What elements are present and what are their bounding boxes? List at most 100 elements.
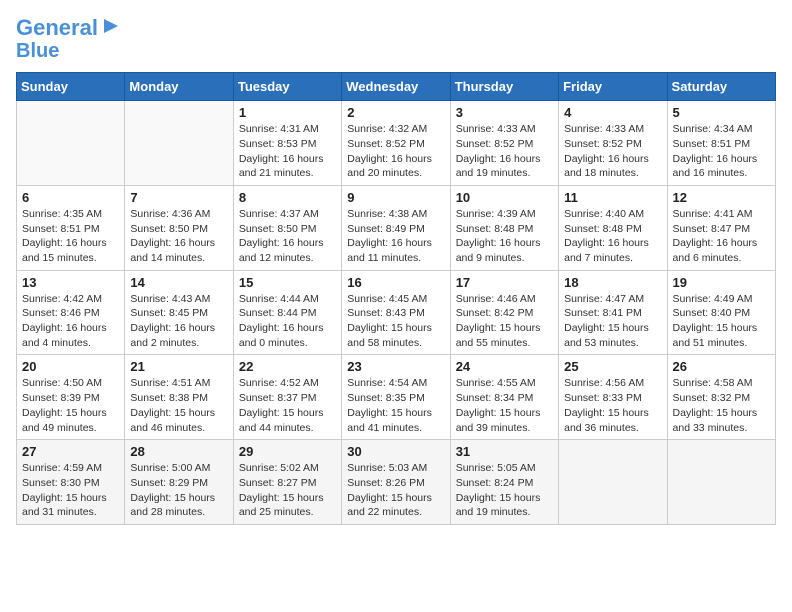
calendar-cell: 31Sunrise: 5:05 AM Sunset: 8:24 PM Dayli…: [450, 440, 558, 525]
day-info: Sunrise: 5:05 AM Sunset: 8:24 PM Dayligh…: [456, 461, 553, 520]
day-number: 15: [239, 275, 336, 290]
calendar-cell: 5 Sunrise: 4:34 AM Sunset: 8:51 PM Daylig…: [667, 101, 775, 186]
day-number: 5: [673, 105, 770, 120]
day-info: Sunrise: 4:52 AM Sunset: 8:37 PM Dayligh…: [239, 376, 336, 435]
weekday-header-row: SundayMondayTuesdayWednesdayThursdayFrid…: [17, 73, 776, 101]
day-info: Sunrise: 4:45 AM Sunset: 8:43 PM Dayligh…: [347, 292, 444, 351]
day-number: 10: [456, 190, 553, 205]
day-number: 17: [456, 275, 553, 290]
day-info: Sunrise: 5:03 AM Sunset: 8:26 PM Dayligh…: [347, 461, 444, 520]
calendar-cell: [667, 440, 775, 525]
weekday-header-wednesday: Wednesday: [342, 73, 450, 101]
calendar-cell: 30Sunrise: 5:03 AM Sunset: 8:26 PM Dayli…: [342, 440, 450, 525]
calendar-cell: 18 Sunrise: 4:47 AM Sunset: 8:41 PM Dayli…: [559, 270, 667, 355]
day-number: 12: [673, 190, 770, 205]
day-info: Sunrise: 4:43 AM Sunset: 8:45 PM Dayligh…: [130, 292, 227, 351]
day-info: Sunrise: 4:59 AM Sunset: 8:30 PM Dayligh…: [22, 461, 119, 520]
calendar-cell: 8 Sunrise: 4:37 AM Sunset: 8:50 PM Daylig…: [233, 185, 341, 270]
day-info: Sunrise: 4:40 AM Sunset: 8:48 PM Dayligh…: [564, 207, 661, 266]
weekday-header-tuesday: Tuesday: [233, 73, 341, 101]
day-info: Sunrise: 4:34 AM Sunset: 8:51 PM Dayligh…: [673, 122, 770, 181]
calendar-cell: 6 Sunrise: 4:35 AM Sunset: 8:51 PM Daylig…: [17, 185, 125, 270]
day-info: Sunrise: 4:35 AM Sunset: 8:51 PM Dayligh…: [22, 207, 119, 266]
calendar-cell: 24 Sunrise: 4:55 AM Sunset: 8:34 PM Dayli…: [450, 355, 558, 440]
day-info: Sunrise: 5:02 AM Sunset: 8:27 PM Dayligh…: [239, 461, 336, 520]
day-number: 1: [239, 105, 336, 120]
calendar-table: SundayMondayTuesdayWednesdayThursdayFrid…: [16, 72, 776, 525]
logo: General Blue: [16, 16, 122, 62]
day-number: 20: [22, 359, 119, 374]
day-info: Sunrise: 4:41 AM Sunset: 8:47 PM Dayligh…: [673, 207, 770, 266]
day-number: 18: [564, 275, 661, 290]
day-info: Sunrise: 4:54 AM Sunset: 8:35 PM Dayligh…: [347, 376, 444, 435]
day-info: Sunrise: 4:33 AM Sunset: 8:52 PM Dayligh…: [456, 122, 553, 181]
day-info: Sunrise: 4:47 AM Sunset: 8:41 PM Dayligh…: [564, 292, 661, 351]
day-number: 29: [239, 444, 336, 459]
weekday-header-thursday: Thursday: [450, 73, 558, 101]
calendar-cell: 7 Sunrise: 4:36 AM Sunset: 8:50 PM Daylig…: [125, 185, 233, 270]
day-info: Sunrise: 4:38 AM Sunset: 8:49 PM Dayligh…: [347, 207, 444, 266]
day-info: Sunrise: 4:50 AM Sunset: 8:39 PM Dayligh…: [22, 376, 119, 435]
day-info: Sunrise: 4:51 AM Sunset: 8:38 PM Dayligh…: [130, 376, 227, 435]
day-number: 4: [564, 105, 661, 120]
day-info: Sunrise: 4:36 AM Sunset: 8:50 PM Dayligh…: [130, 207, 227, 266]
weekday-header-saturday: Saturday: [667, 73, 775, 101]
day-info: Sunrise: 4:55 AM Sunset: 8:34 PM Dayligh…: [456, 376, 553, 435]
calendar-cell: 20 Sunrise: 4:50 AM Sunset: 8:39 PM Dayli…: [17, 355, 125, 440]
day-number: 27: [22, 444, 119, 459]
day-number: 24: [456, 359, 553, 374]
day-number: 6: [22, 190, 119, 205]
logo-blue-text: Blue: [16, 40, 59, 62]
day-info: Sunrise: 4:56 AM Sunset: 8:33 PM Dayligh…: [564, 376, 661, 435]
week-row-4: 20 Sunrise: 4:50 AM Sunset: 8:39 PM Dayli…: [17, 355, 776, 440]
logo-arrow-icon: [100, 15, 122, 37]
calendar-cell: [125, 101, 233, 186]
day-number: 13: [22, 275, 119, 290]
page-header: General Blue: [16, 16, 776, 62]
day-info: Sunrise: 4:31 AM Sunset: 8:53 PM Dayligh…: [239, 122, 336, 181]
day-info: Sunrise: 4:42 AM Sunset: 8:46 PM Dayligh…: [22, 292, 119, 351]
day-info: Sunrise: 4:37 AM Sunset: 8:50 PM Dayligh…: [239, 207, 336, 266]
day-number: 22: [239, 359, 336, 374]
calendar-cell: 14 Sunrise: 4:43 AM Sunset: 8:45 PM Dayli…: [125, 270, 233, 355]
week-row-5: 27 Sunrise: 4:59 AM Sunset: 8:30 PM Dayli…: [17, 440, 776, 525]
weekday-header-sunday: Sunday: [17, 73, 125, 101]
day-number: 16: [347, 275, 444, 290]
calendar-cell: [17, 101, 125, 186]
calendar-cell: 25 Sunrise: 4:56 AM Sunset: 8:33 PM Dayli…: [559, 355, 667, 440]
calendar-cell: 19Sunrise: 4:49 AM Sunset: 8:40 PM Dayli…: [667, 270, 775, 355]
weekday-header-monday: Monday: [125, 73, 233, 101]
day-number: 11: [564, 190, 661, 205]
week-row-2: 6 Sunrise: 4:35 AM Sunset: 8:51 PM Daylig…: [17, 185, 776, 270]
calendar-cell: 29 Sunrise: 5:02 AM Sunset: 8:27 PM Dayli…: [233, 440, 341, 525]
day-info: Sunrise: 4:58 AM Sunset: 8:32 PM Dayligh…: [673, 376, 770, 435]
calendar-cell: 2Sunrise: 4:32 AM Sunset: 8:52 PM Daylig…: [342, 101, 450, 186]
day-info: Sunrise: 4:49 AM Sunset: 8:40 PM Dayligh…: [673, 292, 770, 351]
calendar-cell: 4 Sunrise: 4:33 AM Sunset: 8:52 PM Daylig…: [559, 101, 667, 186]
day-number: 7: [130, 190, 227, 205]
calendar-cell: 1 Sunrise: 4:31 AM Sunset: 8:53 PM Daylig…: [233, 101, 341, 186]
calendar-cell: 10 Sunrise: 4:39 AM Sunset: 8:48 PM Dayli…: [450, 185, 558, 270]
calendar-cell: 22 Sunrise: 4:52 AM Sunset: 8:37 PM Dayli…: [233, 355, 341, 440]
day-info: Sunrise: 4:39 AM Sunset: 8:48 PM Dayligh…: [456, 207, 553, 266]
calendar-cell: [559, 440, 667, 525]
day-number: 23: [347, 359, 444, 374]
day-info: Sunrise: 4:46 AM Sunset: 8:42 PM Dayligh…: [456, 292, 553, 351]
calendar-cell: 23 Sunrise: 4:54 AM Sunset: 8:35 PM Dayli…: [342, 355, 450, 440]
calendar-cell: 13 Sunrise: 4:42 AM Sunset: 8:46 PM Dayli…: [17, 270, 125, 355]
calendar-cell: 15 Sunrise: 4:44 AM Sunset: 8:44 PM Dayli…: [233, 270, 341, 355]
logo-text: General: [16, 16, 98, 40]
day-info: Sunrise: 4:44 AM Sunset: 8:44 PM Dayligh…: [239, 292, 336, 351]
day-number: 21: [130, 359, 227, 374]
day-number: 14: [130, 275, 227, 290]
calendar-cell: 21 Sunrise: 4:51 AM Sunset: 8:38 PM Dayli…: [125, 355, 233, 440]
calendar-cell: 27 Sunrise: 4:59 AM Sunset: 8:30 PM Dayli…: [17, 440, 125, 525]
day-info: Sunrise: 4:33 AM Sunset: 8:52 PM Dayligh…: [564, 122, 661, 181]
day-number: 8: [239, 190, 336, 205]
day-info: Sunrise: 5:00 AM Sunset: 8:29 PM Dayligh…: [130, 461, 227, 520]
day-number: 25: [564, 359, 661, 374]
calendar-cell: 9 Sunrise: 4:38 AM Sunset: 8:49 PM Daylig…: [342, 185, 450, 270]
calendar-cell: 28Sunrise: 5:00 AM Sunset: 8:29 PM Dayli…: [125, 440, 233, 525]
day-number: 9: [347, 190, 444, 205]
day-number: 2: [347, 105, 444, 120]
